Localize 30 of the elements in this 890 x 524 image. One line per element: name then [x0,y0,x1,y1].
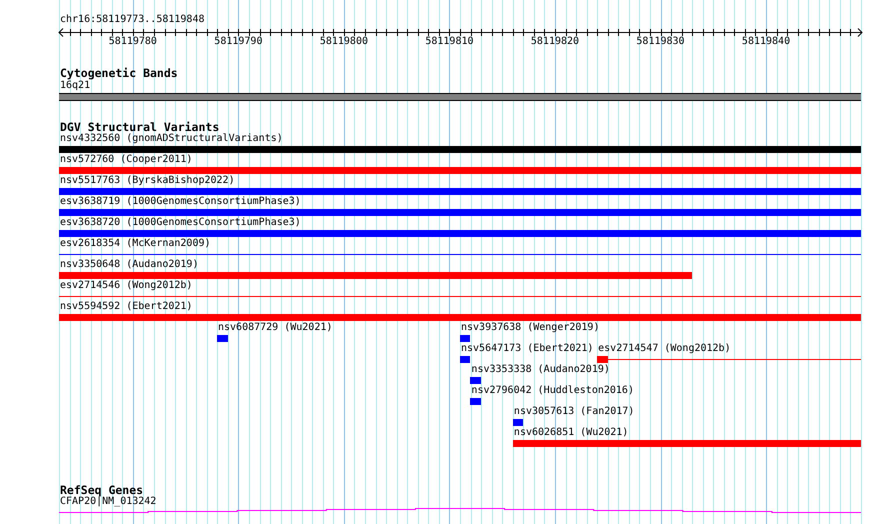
feature-label: nsv5647173 (Ebert2021) [461,343,594,355]
band-label: 16q21 [60,80,90,92]
tick-label: 58119840 [742,36,790,48]
feature-label: nsv6087729 (Wu2021) [218,322,332,334]
track-title: DGV Structural Variants [60,121,220,134]
feature-label: nsv3350648 (Audano2019) [60,259,198,271]
feature-label: nsv5594592 (Ebert2021) [60,301,192,313]
tick-label: 58119820 [530,36,580,48]
feature-label: nsv5517763 (ByrskaBishop2022) [60,175,235,187]
feature-label: nsv572760 (Cooper2011) [60,154,192,166]
feature-label: esv3638719 (1000GenomesConsortiumPhase3) [60,196,301,208]
feature-label: esv2714547 (Wong2012b) [598,343,731,355]
location-label: chr16:58119773..58119848 [60,14,204,26]
track-title: Cytogenetic Bands [60,67,178,80]
feature-label: esv2714546 (Wong2012b) [60,280,192,292]
feature-label: nsv3057613 (Fan2017) [514,406,634,418]
tick-label: 58119800 [320,36,368,48]
tick-label: 58119780 [108,36,157,48]
track-title: RefSeq Genes [60,484,144,497]
tick-label: 58119790 [214,36,262,48]
feature-label: esv3638720 (1000GenomesConsortiumPhase3) [60,217,301,229]
feature-label: esv2618354 (McKernan2009) [60,238,211,250]
tick-label: 58119830 [636,36,685,48]
feature-label: nsv3937638 (Wenger2019) [461,322,600,334]
feature-label: nsv4332560 (gnomADStructuralVariants) [60,133,283,145]
feature-label: nsv3353338 (Audano2019) [471,364,610,376]
feature-label: nsv2796042 (Huddleston2016) [471,385,634,397]
feature-label: nsv6026851 (Wu2021) [514,427,628,439]
gene-label: CFAP20|NM_013242 [60,496,156,508]
tick-label: 58119810 [425,36,474,48]
